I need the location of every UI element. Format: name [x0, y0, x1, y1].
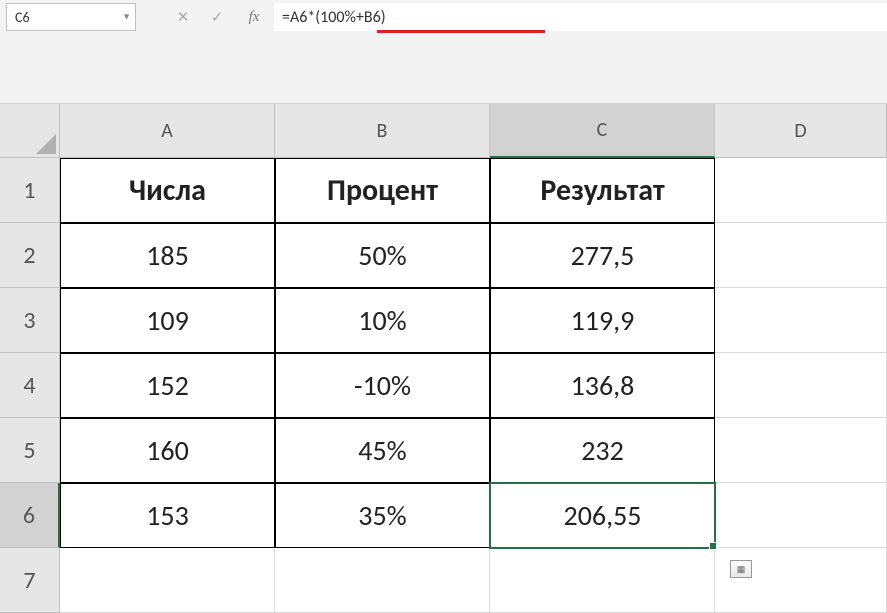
- cell-C2[interactable]: 277,5: [490, 223, 715, 288]
- paste-options-button[interactable]: ▦: [730, 560, 752, 578]
- name-box-dropdown-icon[interactable]: ▼: [122, 12, 131, 23]
- cell-B2[interactable]: 50%: [275, 223, 490, 288]
- check-icon: ✓: [211, 8, 224, 27]
- cell-C4[interactable]: 136,8: [490, 353, 715, 418]
- row-header-7[interactable]: 7: [0, 548, 60, 613]
- cell-D7[interactable]: [715, 548, 887, 613]
- spreadsheet-grid: A B C D 1 Числа Процент Результат 2 185 …: [0, 104, 887, 613]
- cell-A3[interactable]: 109: [60, 288, 275, 353]
- cell-B6[interactable]: 35%: [275, 483, 490, 548]
- cell-D1[interactable]: [715, 158, 887, 223]
- fx-icon: fx: [249, 9, 260, 25]
- cell-C6[interactable]: 206,55: [490, 483, 715, 548]
- cell-A4[interactable]: 152: [60, 353, 275, 418]
- formula-bar-area: C6 ▼ ✕ ✓ fx =A6*(100%+B6): [0, 0, 887, 104]
- annotation-underline: [377, 30, 545, 33]
- cell-D6[interactable]: [715, 483, 887, 548]
- name-box[interactable]: C6 ▼: [6, 3, 136, 31]
- cell-A2[interactable]: 185: [60, 223, 275, 288]
- col-header-B[interactable]: B: [275, 104, 490, 158]
- cell-A7[interactable]: [60, 548, 275, 613]
- cell-B5[interactable]: 45%: [275, 418, 490, 483]
- cell-A6[interactable]: 153: [60, 483, 275, 548]
- cell-B4[interactable]: -10%: [275, 353, 490, 418]
- paste-options-icon: ▦: [737, 564, 746, 575]
- fx-button[interactable]: fx: [234, 9, 274, 26]
- cell-C3[interactable]: 119,9: [490, 288, 715, 353]
- cancel-icon: ✕: [177, 8, 190, 27]
- cell-B1[interactable]: Процент: [275, 158, 490, 223]
- cell-D4[interactable]: [715, 353, 887, 418]
- row-header-6[interactable]: 6: [0, 483, 60, 548]
- row-header-3[interactable]: 3: [0, 288, 60, 353]
- row-header-2[interactable]: 2: [0, 223, 60, 288]
- formula-cancel-button: ✕: [166, 3, 200, 31]
- cell-A1[interactable]: Числа: [60, 158, 275, 223]
- col-header-D[interactable]: D: [715, 104, 887, 158]
- col-header-A[interactable]: A: [60, 104, 275, 158]
- cell-C7[interactable]: [490, 548, 715, 613]
- cell-B7[interactable]: [275, 548, 490, 613]
- formula-input[interactable]: =A6*(100%+B6): [274, 3, 887, 31]
- cell-A5[interactable]: 160: [60, 418, 275, 483]
- row-header-4[interactable]: 4: [0, 353, 60, 418]
- formula-enter-button: ✓: [200, 3, 234, 31]
- name-box-value: C6: [15, 9, 30, 26]
- cell-D5[interactable]: [715, 418, 887, 483]
- cell-C1[interactable]: Результат: [490, 158, 715, 223]
- cell-B3[interactable]: 10%: [275, 288, 490, 353]
- row-header-5[interactable]: 5: [0, 418, 60, 483]
- col-header-C[interactable]: C: [490, 104, 715, 158]
- cell-C5[interactable]: 232: [490, 418, 715, 483]
- formula-text: =A6*(100%+B6): [282, 8, 386, 27]
- cell-D3[interactable]: [715, 288, 887, 353]
- select-all-corner[interactable]: [0, 104, 60, 158]
- row-header-1[interactable]: 1: [0, 158, 60, 223]
- cell-D2[interactable]: [715, 223, 887, 288]
